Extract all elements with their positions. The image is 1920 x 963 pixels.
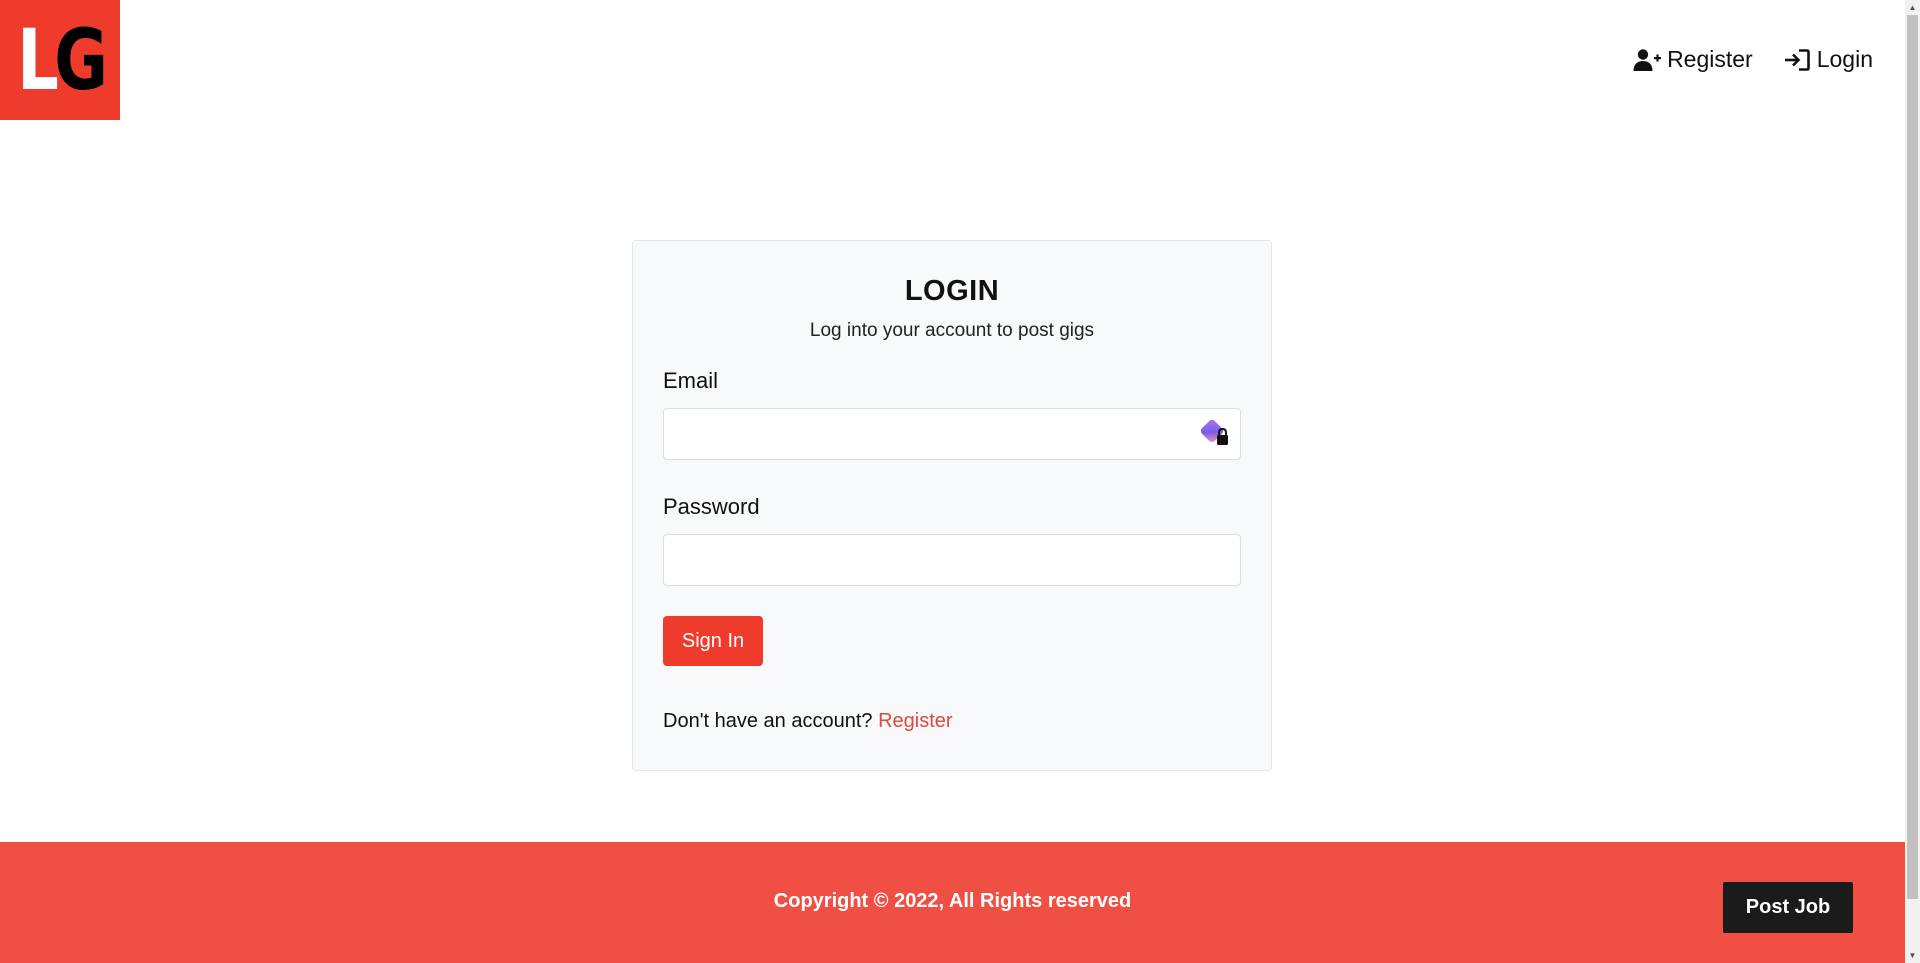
page: L G Register Login LOGIN Log into your a… — [0, 0, 1905, 963]
copyright-label: Copyright © 2022, All Rights reserved — [773, 890, 1132, 912]
email-field[interactable] — [663, 408, 1241, 460]
post-job-button[interactable]: Post Job — [1723, 882, 1853, 933]
vertical-scrollbar[interactable]: ▲ ▼ — [1905, 0, 1920, 963]
password-field-wrapper — [663, 534, 1241, 586]
logo-letter-l: L — [16, 11, 59, 109]
register-prompt-text: Don't have an account? — [663, 710, 873, 732]
password-field[interactable] — [663, 534, 1241, 586]
logo-text: L G — [16, 11, 108, 109]
email-field-wrapper — [663, 408, 1241, 460]
sign-in-icon — [1784, 48, 1810, 71]
user-plus-icon — [1633, 48, 1662, 71]
scrollbar-thumb[interactable] — [1907, 15, 1918, 899]
email-label: Email — [663, 368, 719, 393]
scroll-up-arrow-icon[interactable]: ▲ — [1905, 0, 1920, 15]
password-label: Password — [663, 494, 760, 519]
nav-login-link[interactable]: Login — [1783, 46, 1873, 73]
login-title: LOGIN — [904, 275, 1000, 307]
copyright-text: Copyright © 2022, All Rights reserved — [0, 890, 1905, 913]
site-logo[interactable]: L G — [0, 0, 120, 120]
nav-login-label: Login — [1816, 46, 1873, 72]
register-prompt-line: Don't have an account? Register — [663, 710, 1241, 733]
scroll-down-arrow-icon[interactable]: ▼ — [1905, 948, 1920, 963]
password-manager-lock-icon[interactable] — [1199, 418, 1233, 450]
login-subtitle: Log into your account to post gigs — [809, 320, 1095, 341]
nav-register-link[interactable]: Register — [1633, 46, 1753, 73]
login-card: LOGIN Log into your account to post gigs… — [632, 240, 1272, 771]
sign-in-button[interactable]: Sign In — [663, 616, 763, 666]
footer: Copyright © 2022, All Rights reserved Po… — [0, 842, 1905, 963]
nav-register-label: Register — [1667, 46, 1753, 72]
register-link[interactable]: Register — [878, 710, 952, 732]
top-nav: Register Login — [1633, 46, 1873, 73]
logo-letter-g: G — [53, 11, 108, 109]
